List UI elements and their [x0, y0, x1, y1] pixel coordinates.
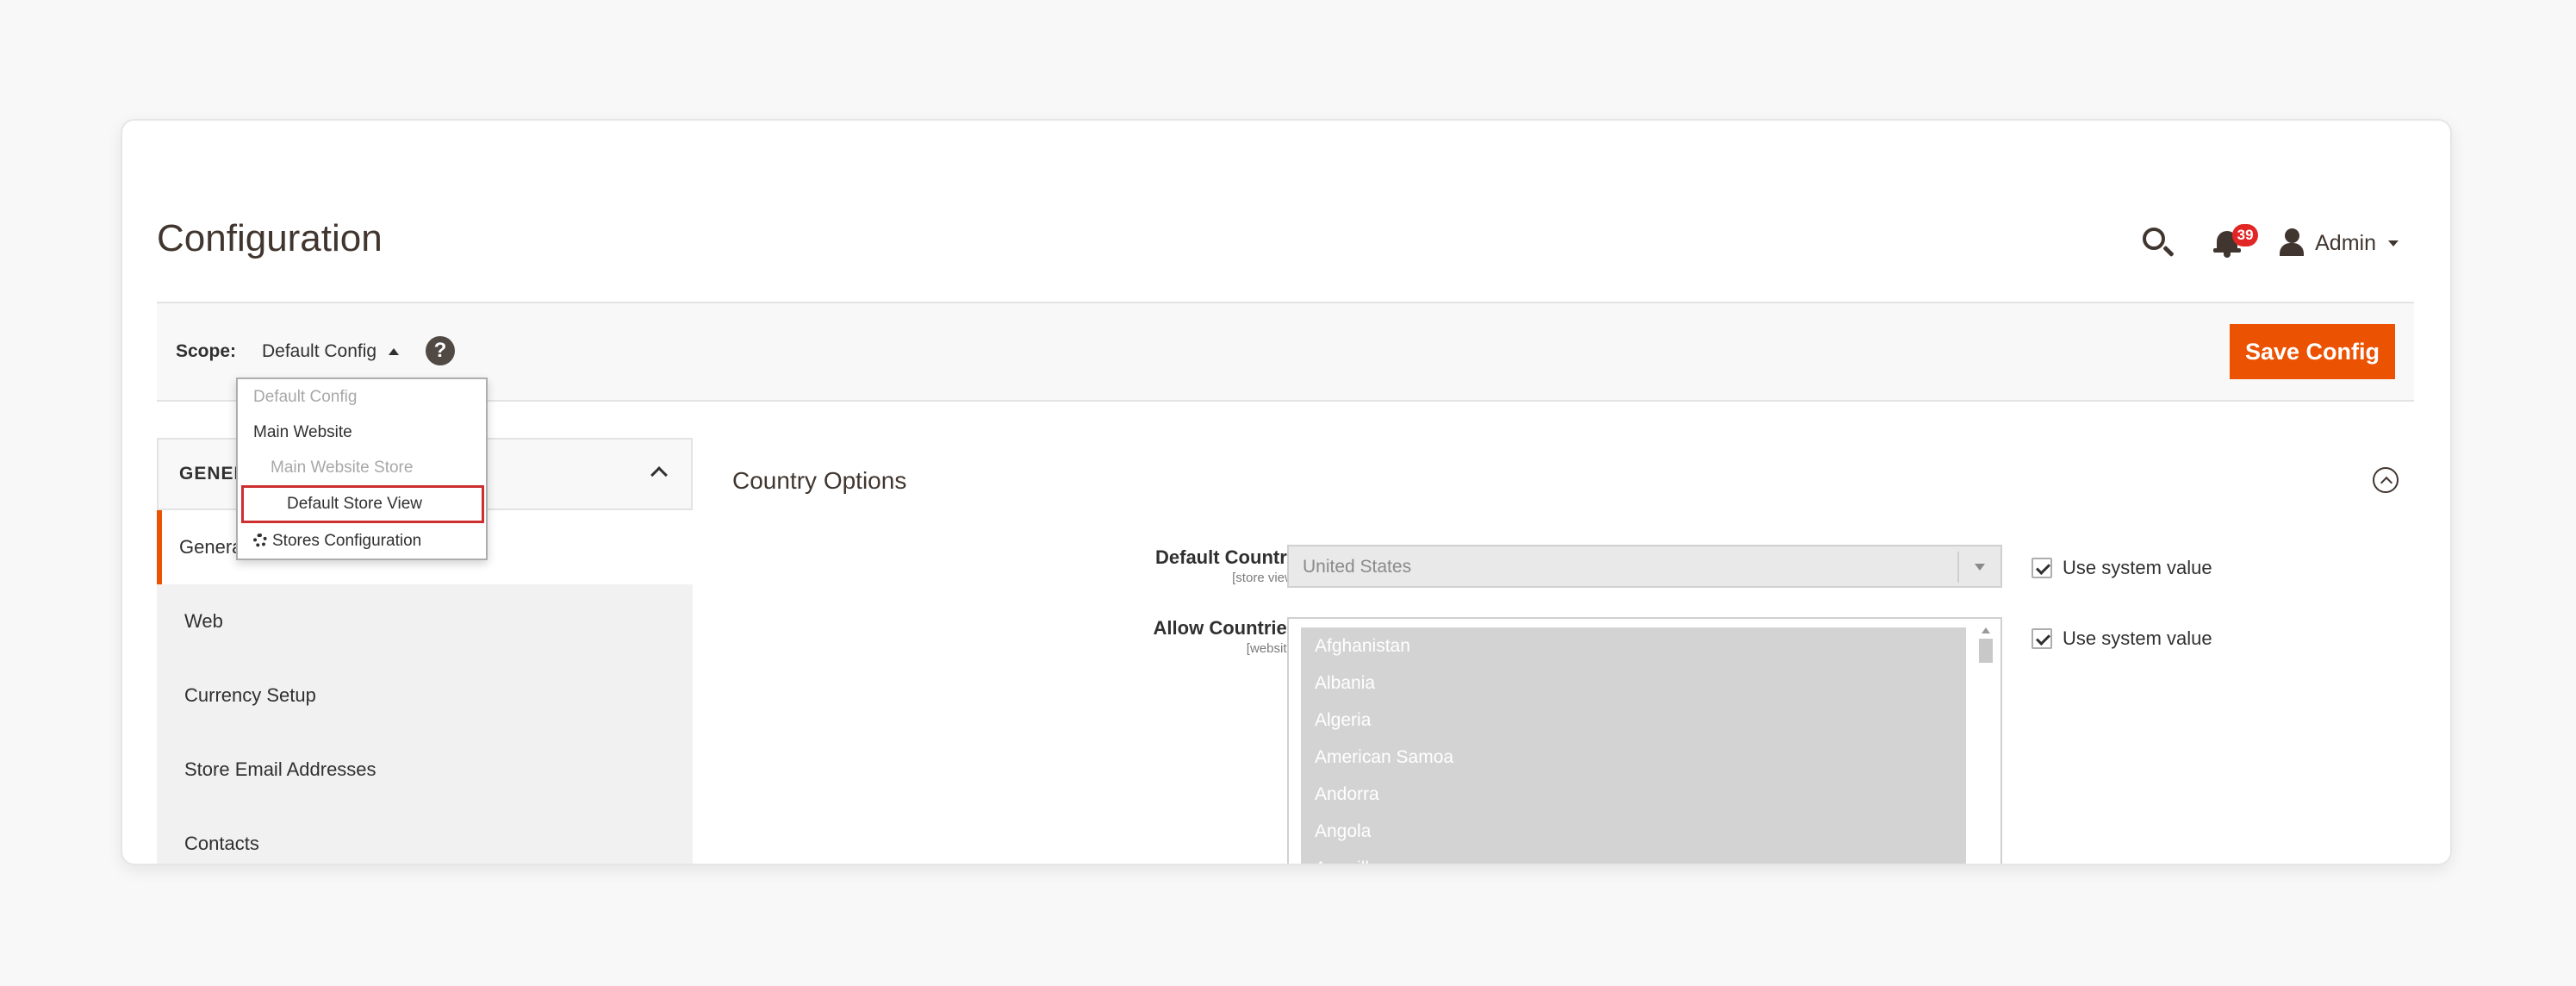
- admin-user-menu[interactable]: Admin: [2279, 228, 2399, 258]
- search-icon[interactable]: [2139, 224, 2177, 262]
- country-option[interactable]: Anguilla: [1301, 850, 1966, 864]
- use-system-value-checkbox[interactable]: [2032, 628, 2052, 649]
- default-country-label-text: Default Country: [1155, 546, 1297, 568]
- chevron-up-icon: [650, 466, 668, 484]
- stores-configuration-label: Stores Configuration: [272, 532, 422, 550]
- default-country-select[interactable]: United States: [1287, 545, 2002, 588]
- allow-countries-scope: [website]: [1246, 641, 1297, 656]
- sidebar-item-currency-setup[interactable]: Currency Setup: [157, 658, 693, 733]
- help-icon[interactable]: ?: [426, 336, 455, 365]
- caret-up-icon: [389, 348, 400, 355]
- scope-option-default-store-view[interactable]: Default Store View: [241, 485, 484, 523]
- chevron-down-icon: [1975, 564, 1985, 571]
- default-country-label: Default Country [store view]: [1155, 546, 1297, 585]
- user-icon: [2279, 228, 2305, 258]
- scroll-up-icon: [1982, 627, 1990, 633]
- use-system-value-checkbox[interactable]: [2032, 558, 2052, 578]
- country-option[interactable]: Albania: [1301, 665, 1966, 702]
- scope-option-main-website-store: Main Website Store: [271, 459, 414, 477]
- default-country-use-system-value[interactable]: Use system value: [2032, 557, 2212, 579]
- configuration-card: Configuration 39 Admin Scope: Default Co…: [121, 119, 2452, 865]
- country-option[interactable]: Angola: [1301, 813, 1966, 850]
- country-option[interactable]: Andorra: [1301, 776, 1966, 813]
- use-system-value-label: Use system value: [2063, 627, 2212, 649]
- scope-switcher[interactable]: Default Config: [262, 341, 400, 362]
- scope-label: Scope:: [176, 341, 237, 361]
- default-country-value: United States: [1303, 557, 1412, 577]
- save-config-button[interactable]: Save Config: [2230, 324, 2395, 379]
- multiselect-scrollbar[interactable]: [1978, 626, 1994, 864]
- gear-icon: [253, 534, 267, 547]
- scope-dropdown-menu: Default Config Main Website Main Website…: [236, 378, 488, 560]
- user-name: Admin: [2315, 230, 2376, 255]
- notifications-bell-icon[interactable]: 39: [2212, 224, 2259, 262]
- scope-option-default-config: Default Config: [253, 388, 358, 406]
- sidebar-item-contacts[interactable]: Contacts: [157, 807, 693, 864]
- country-option[interactable]: Afghanistan: [1301, 627, 1966, 665]
- scope-option-main-website[interactable]: Main Website: [238, 415, 486, 450]
- scope-option-stores-configuration[interactable]: Stores Configuration: [238, 523, 486, 559]
- scope-current: Default Config: [262, 341, 377, 361]
- notification-count-badge: 39: [2232, 224, 2259, 246]
- section-title: Country Options: [732, 467, 907, 494]
- allow-countries-multiselect[interactable]: Afghanistan Albania Algeria American Sam…: [1287, 617, 2002, 864]
- sidebar-item-web[interactable]: Web: [157, 584, 693, 658]
- country-option[interactable]: American Samoa: [1301, 739, 1966, 776]
- caret-down-icon: [2388, 240, 2399, 246]
- select-divider: [1957, 552, 1959, 583]
- header-actions: 39 Admin: [2139, 224, 2399, 262]
- country-option[interactable]: Algeria: [1301, 702, 1966, 739]
- use-system-value-label: Use system value: [2063, 557, 2212, 578]
- default-country-scope: [store view]: [1232, 571, 1297, 585]
- collapse-section-icon[interactable]: [2373, 467, 2399, 493]
- sidebar-item-store-email-addresses[interactable]: Store Email Addresses: [157, 733, 693, 807]
- allow-countries-use-system-value[interactable]: Use system value: [2032, 627, 2212, 650]
- page-title: Configuration: [157, 217, 383, 259]
- allow-countries-label-text: Allow Countries: [1153, 617, 1297, 639]
- allow-countries-options: Afghanistan Albania Algeria American Sam…: [1301, 627, 1966, 864]
- allow-countries-label: Allow Countries [website]: [1154, 617, 1297, 656]
- scrollbar-thumb[interactable]: [1979, 639, 1993, 663]
- scope-bar: Scope: Default Config ? Save Config: [157, 302, 2414, 402]
